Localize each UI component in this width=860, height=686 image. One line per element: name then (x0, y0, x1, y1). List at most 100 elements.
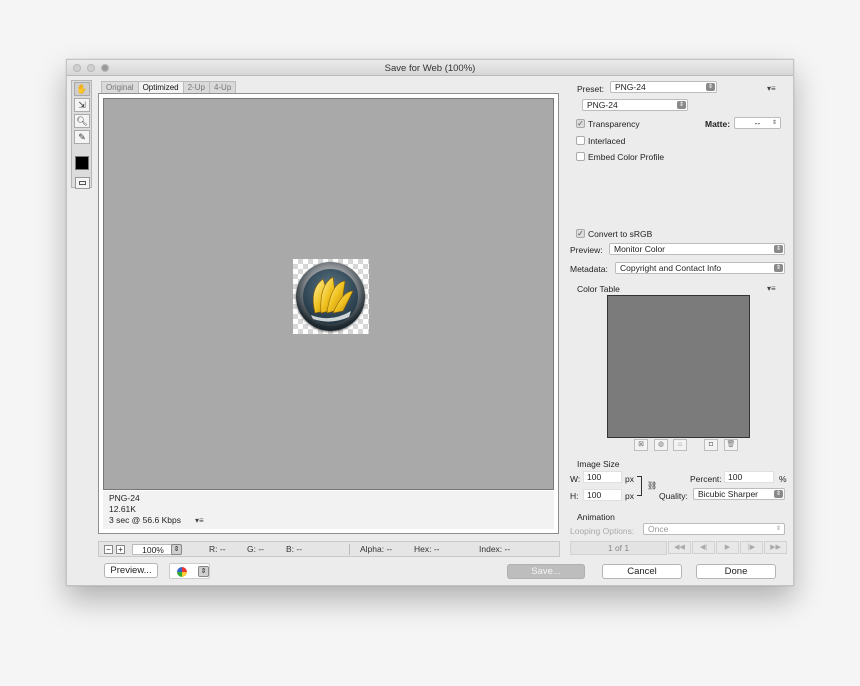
info-size: 12.61K (109, 504, 136, 514)
quality-select[interactable]: Bicubic Sharper ⇕ (693, 488, 785, 500)
chevron-icon: ⇕ (774, 264, 783, 272)
preview-button[interactable]: Preview... (104, 563, 158, 578)
save-for-web-dialog: Save for Web (100%) ✋ ⇲ 🔍︎ ✎ Original Opt… (66, 59, 794, 586)
save-button[interactable]: Save... (507, 564, 585, 579)
convert-srgb-label: Convert to sRGB (588, 229, 653, 239)
info-download-time: 3 sec @ 56.6 Kbps (109, 515, 181, 525)
embed-profile-checkbox[interactable] (576, 152, 585, 161)
view-tabs: Original Optimized 2-Up 4-Up (101, 81, 237, 93)
zoom-stepper-icon[interactable]: ⇕ (171, 544, 182, 555)
lock-color-icon[interactable]: ⌂ (673, 439, 687, 451)
matte-value: -- (754, 118, 761, 128)
foreground-color-swatch[interactable] (75, 156, 89, 170)
image-size-title: Image Size (577, 459, 620, 469)
looping-value: Once (648, 524, 669, 534)
transparency-label: Transparency (588, 119, 640, 129)
color-table-menu-icon[interactable]: ▾≡ (767, 284, 776, 293)
divider (349, 544, 350, 555)
animation-controls: ◀◀ ◀| ▶ |▶ ▶▶ (668, 541, 788, 555)
interlaced-checkbox[interactable] (576, 136, 585, 145)
metadata-value: Copyright and Contact Info (620, 263, 722, 273)
chevron-icon: ⇕ (706, 83, 715, 91)
orb-inner (303, 269, 358, 324)
map-color-icon[interactable]: ⊠ (634, 439, 648, 451)
tab-original[interactable]: Original (101, 81, 139, 93)
color-table-tools: ⊠ ◍ ⌂ ◘ 🗑︎ (634, 439, 749, 451)
browser-icon (177, 567, 187, 577)
chevron-icon: ⇕ (770, 119, 779, 127)
tab-2-up[interactable]: 2-Up (182, 81, 210, 93)
image-preview (293, 259, 369, 334)
zoom-level[interactable]: 100% (132, 544, 174, 555)
readout-r: R: -- (209, 544, 226, 554)
last-frame-button[interactable]: ▶▶ (764, 541, 787, 554)
done-button[interactable]: Done (696, 564, 776, 579)
matte-select[interactable]: -- ⇕ (734, 117, 781, 129)
eyedropper-icon[interactable]: ✎ (74, 130, 90, 144)
tab-optimized[interactable]: Optimized (137, 81, 184, 93)
format-value: PNG-24 (587, 100, 618, 110)
chevron-icon: ⇕ (774, 245, 783, 253)
status-bar: − + 100% ⇕ R: -- G: -- B: -- Alpha: -- H… (98, 541, 560, 557)
orb-image (296, 262, 365, 331)
zoom-icon[interactable]: 🔍︎ (74, 114, 90, 128)
color-table-label: Color Table (577, 284, 620, 294)
matte-label: Matte: (705, 119, 731, 129)
web-shift-icon[interactable]: ◍ (654, 439, 668, 451)
next-frame-button[interactable]: |▶ (740, 541, 763, 554)
readout-b: B: -- (286, 544, 303, 554)
percent-input[interactable]: 100 (724, 471, 774, 483)
height-unit: px (625, 491, 634, 501)
chevron-icon: ⇕ (774, 490, 783, 498)
menu-icon[interactable]: ▾≡ (195, 516, 204, 525)
slice-select-icon[interactable]: ⇲ (74, 98, 90, 112)
width-input[interactable]: 100 (583, 471, 622, 483)
metadata-select[interactable]: Copyright and Contact Info ⇕ (615, 262, 785, 274)
play-button[interactable]: ▶ (716, 541, 739, 554)
new-color-icon[interactable]: ◘ (704, 439, 718, 451)
previous-frame-button[interactable]: ◀| (692, 541, 715, 554)
zoom-in-button[interactable]: + (116, 545, 125, 554)
percent-label: Percent: (690, 474, 722, 484)
chevron-icon: ⇕ (774, 525, 783, 533)
readout-index: Index: -- (479, 544, 511, 554)
format-select[interactable]: PNG-24 ⇕ (582, 99, 688, 111)
optimization-info: PNG-24 12.61K 3 sec @ 56.6 Kbps ▾≡ (103, 491, 554, 529)
quality-value: Bicubic Sharper (698, 489, 759, 499)
shell-graphic (311, 276, 354, 322)
tab-4-up[interactable]: 4-Up (208, 81, 237, 93)
preset-select[interactable]: PNG-24 ⇕ (610, 81, 717, 93)
browser-preview-select[interactable]: ⇕ (169, 563, 210, 579)
embed-profile-label: Embed Color Profile (588, 152, 665, 162)
width-label: W: (570, 474, 581, 484)
zoom-out-button[interactable]: − (104, 545, 113, 554)
preview-mode-select[interactable]: Monitor Color ⇕ (609, 243, 785, 255)
looping-select[interactable]: Once ⇕ (643, 523, 785, 535)
constrain-bracket (637, 476, 642, 496)
cancel-button[interactable]: Cancel (602, 564, 682, 579)
preset-value: PNG-24 (615, 82, 646, 92)
frame-counter: 1 of 1 (570, 541, 667, 555)
convert-srgb-checkbox[interactable]: ✓ (576, 229, 585, 238)
quality-label: Quality: (659, 491, 688, 501)
transparency-checkbox[interactable]: ✓ (576, 119, 585, 128)
preview-mode-value: Monitor Color (614, 244, 666, 254)
readout-hex: Hex: -- (414, 544, 440, 554)
hand-icon[interactable]: ✋ (74, 82, 90, 96)
height-input[interactable]: 100 (583, 489, 622, 501)
browser-stepper-icon[interactable]: ⇕ (198, 566, 209, 577)
color-table[interactable] (607, 295, 750, 438)
toolbox: ✋ ⇲ 🔍︎ ✎ (71, 80, 92, 189)
preview-canvas[interactable] (103, 98, 554, 490)
preset-menu-icon[interactable]: ▾≡ (767, 84, 776, 93)
delete-color-icon[interactable]: 🗑︎ (724, 439, 738, 451)
window-title: Save for Web (100%) (384, 63, 476, 74)
first-frame-button[interactable]: ◀◀ (668, 541, 691, 554)
metadata-label: Metadata: (570, 264, 608, 274)
chevron-icon: ⇕ (677, 101, 686, 109)
interlaced-label: Interlaced (588, 136, 626, 146)
toggle-slices-icon[interactable] (75, 177, 90, 189)
link-icon[interactable]: ⛓ (647, 481, 657, 490)
animation-title: Animation (577, 512, 615, 522)
title-bar: Save for Web (100%) (67, 60, 793, 76)
